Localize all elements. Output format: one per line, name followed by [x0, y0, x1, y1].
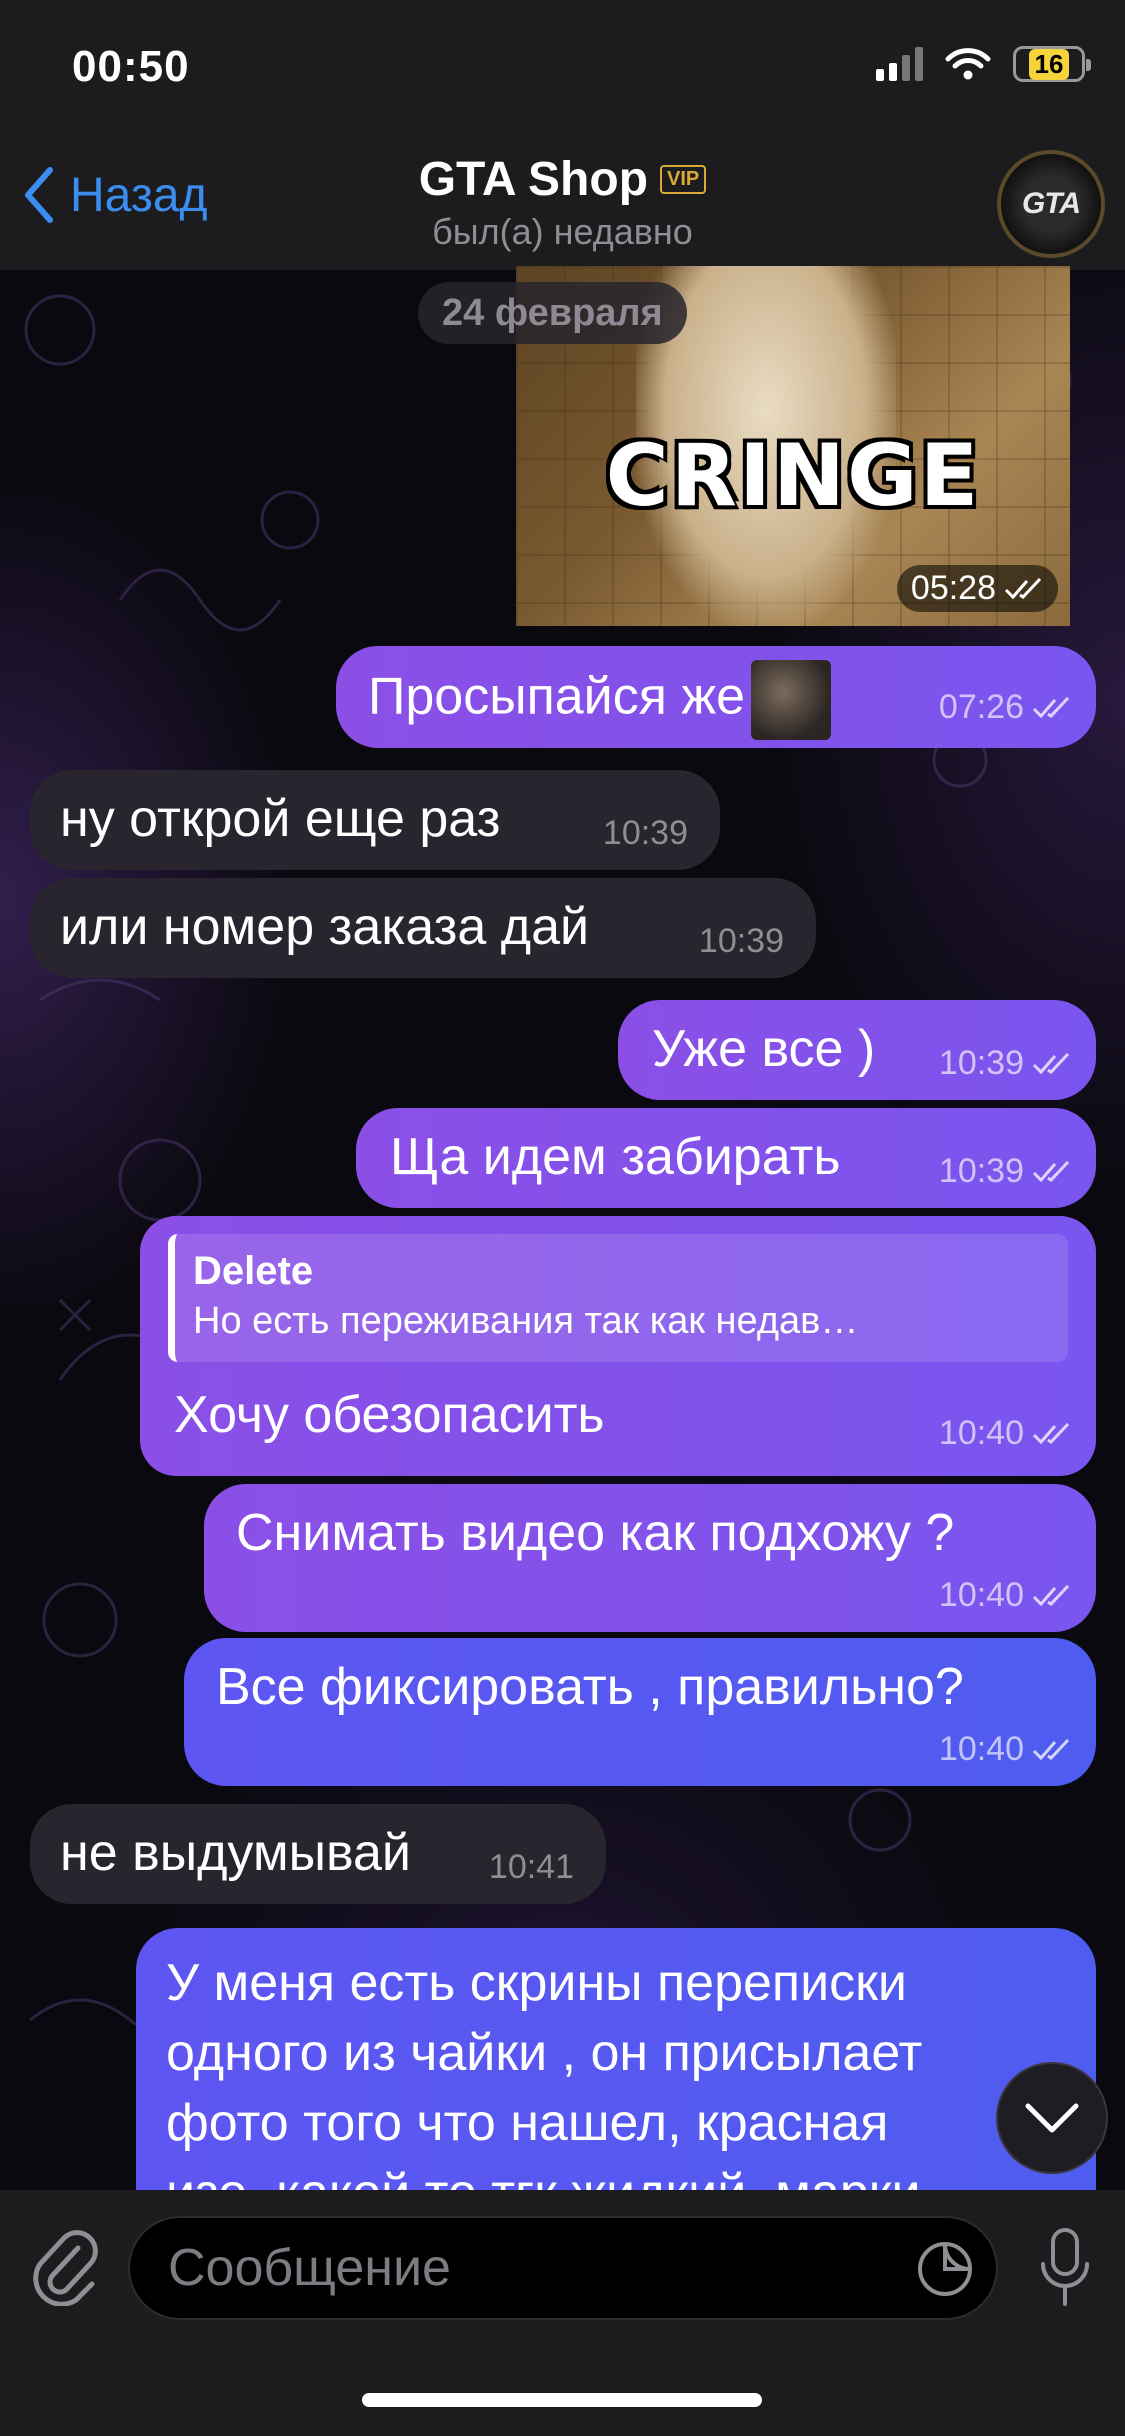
incoming-message[interactable]: не выдумывай 10:41 [30, 1804, 606, 1904]
photo-caption-overlay: CRINGE [605, 426, 981, 526]
status-bar: 00:50 16 [0, 0, 1125, 140]
read-checkmarks-icon [1032, 1160, 1070, 1182]
message-input-field[interactable] [128, 2216, 998, 2320]
reply-snippet: Но есть переживания так как недав… [193, 1300, 859, 1342]
date-separator: 24 февраля [418, 282, 687, 344]
reply-author: Delete [193, 1249, 314, 1293]
message-time: 10:39 [602, 814, 688, 852]
message-line: одного из чайки , он присылает [166, 2024, 923, 2082]
message-time: 10:39 [698, 922, 784, 960]
outgoing-message[interactable]: Все фиксировать , правильно? 10:40 [184, 1638, 1096, 1786]
message-time: 10:39 [938, 1044, 1024, 1082]
message-text: Все фиксировать , правильно? [216, 1658, 964, 1716]
chat-title: GTA Shop [418, 153, 649, 206]
scroll-to-bottom-button[interactable] [996, 2062, 1108, 2174]
message-time: 10:41 [488, 1848, 574, 1886]
chat-title-area[interactable]: GTA Shop VIP был(а) недавно [0, 152, 1125, 253]
outgoing-reply-message[interactable]: Delete Но есть переживания так как недав… [140, 1216, 1096, 1476]
inline-sticker-image [751, 660, 832, 740]
message-text: не выдумывай [60, 1824, 411, 1882]
message-text: Хочу обезопасить [174, 1386, 605, 1444]
message-line: У меня есть скрины переписки [166, 1954, 907, 2012]
vip-badge: VIP [660, 165, 707, 194]
outgoing-message[interactable]: Просыпайся же 07:26 [336, 646, 1096, 748]
message-text: Ща идем забирать [390, 1128, 841, 1186]
message-text: ну открой еще раз [60, 790, 501, 848]
message-meta: 05:28 [896, 565, 1058, 612]
message-time: 10:40 [938, 1730, 1024, 1768]
outgoing-message[interactable]: У меня есть скрины переписки одного из ч… [136, 1928, 1096, 2228]
microphone-icon[interactable] [1035, 2226, 1095, 2310]
paperclip-icon[interactable] [30, 2226, 100, 2306]
message-input[interactable] [168, 2218, 868, 2318]
battery-icon: 16 [1013, 46, 1091, 82]
outgoing-message[interactable]: Уже все ) 10:39 [618, 1000, 1096, 1100]
last-seen-status: был(а) недавно [432, 211, 693, 252]
message-line: фото того что нашел, красная [166, 2094, 889, 2152]
read-checkmarks-icon [1032, 1584, 1070, 1606]
message-time: 07:26 [938, 688, 1024, 726]
outgoing-message[interactable]: Снимать видео как подхожу ? 10:40 [204, 1484, 1096, 1632]
read-checkmarks-icon [1004, 577, 1042, 599]
message-time: 10:40 [938, 1576, 1024, 1614]
sticker-icon[interactable] [916, 2240, 974, 2298]
read-checkmarks-icon [1032, 696, 1070, 718]
incoming-message[interactable]: или номер заказа дай 10:39 [30, 878, 816, 978]
message-text: Снимать видео как подхожу ? [236, 1504, 955, 1562]
message-text: Просыпайся же [368, 667, 746, 726]
chevron-down-icon [1025, 2103, 1079, 2133]
message-text: или номер заказа дай [60, 898, 590, 956]
read-checkmarks-icon [1032, 1738, 1070, 1760]
avatar-logo: GTA [1021, 187, 1081, 220]
outgoing-message[interactable]: Ща идем забирать 10:39 [356, 1108, 1096, 1208]
clock: 00:50 [72, 42, 190, 91]
reply-quote[interactable]: Delete Но есть переживания так как недав… [168, 1234, 1068, 1362]
chat-header: Назад GTA Shop VIP был(а) недавно GTA [0, 140, 1125, 270]
message-time: 10:39 [938, 1152, 1024, 1190]
incoming-message[interactable]: ну открой еще раз 10:39 [30, 770, 720, 870]
cellular-signal-icon [876, 47, 923, 81]
home-indicator [362, 2393, 762, 2407]
avatar[interactable]: GTA [997, 150, 1105, 258]
message-text: Уже все ) [652, 1020, 876, 1078]
message-time: 10:40 [938, 1414, 1024, 1452]
read-checkmarks-icon [1032, 1052, 1070, 1074]
battery-level: 16 [1028, 48, 1070, 80]
wifi-icon [945, 48, 991, 80]
read-checkmarks-icon [1032, 1422, 1070, 1444]
message-time: 05:28 [910, 569, 996, 607]
